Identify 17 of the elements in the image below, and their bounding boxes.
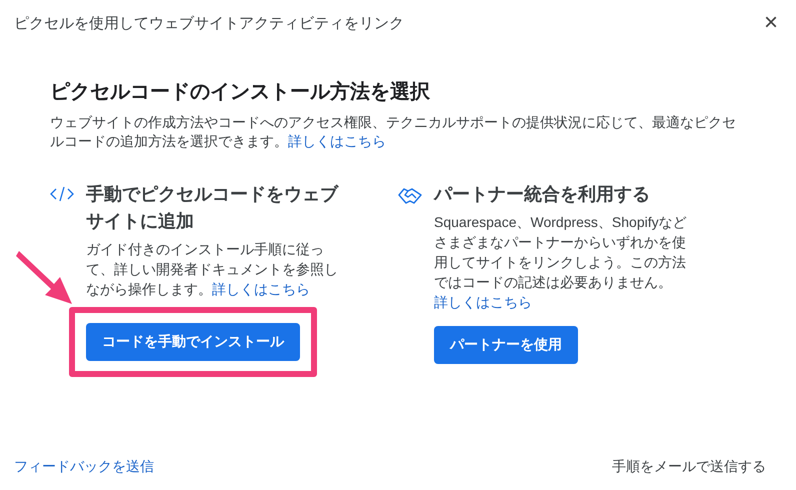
option-title: 手動でピクセルコードをウェブサイトに追加: [86, 183, 340, 233]
primary-button[interactable]: パートナーを使用: [434, 326, 578, 364]
email-link[interactable]: 手順をメールで送信する: [612, 458, 766, 476]
heading: ピクセルコードのインストール方法を選択: [50, 80, 431, 105]
close-button[interactable]: ×: [760, 11, 782, 35]
handshake-icon: [398, 186, 422, 206]
learn-more-link[interactable]: 詳しくはこちら: [212, 281, 310, 297]
learn-more-link[interactable]: 詳しくはこちら: [434, 294, 532, 310]
option-description: ガイド付きのインストール手順に従って、詳しい開発者ドキュメントを参照しながら操作します。詳しくはこちら: [86, 240, 339, 299]
option-title: パートナー統合を利用する: [434, 183, 651, 206]
learn-more-link[interactable]: 詳しくはこちら: [288, 133, 386, 149]
code-icon: [50, 186, 74, 202]
option-description: Squarespace、Wordpress、Shopifyなどさまざまなパートナーからいずれかを使用してサイトをリンクしよう。この方法ではコードの記述は必要ありません。 詳しくはこちら: [434, 213, 688, 312]
feedback-link[interactable]: フィードバックを送信: [14, 458, 154, 476]
description: ウェブサイトの作成方法やコードへのアクセス権限、テクニカルサポートの提供状況に応じて、最適なピクセルコードの追加方法を選択できます。詳しくはこちら: [50, 113, 737, 151]
primary-button[interactable]: コードを手動でインストール: [86, 323, 300, 361]
window-title: ピクセルを使用してウェブサイトアクティビティをリンク: [14, 14, 404, 32]
